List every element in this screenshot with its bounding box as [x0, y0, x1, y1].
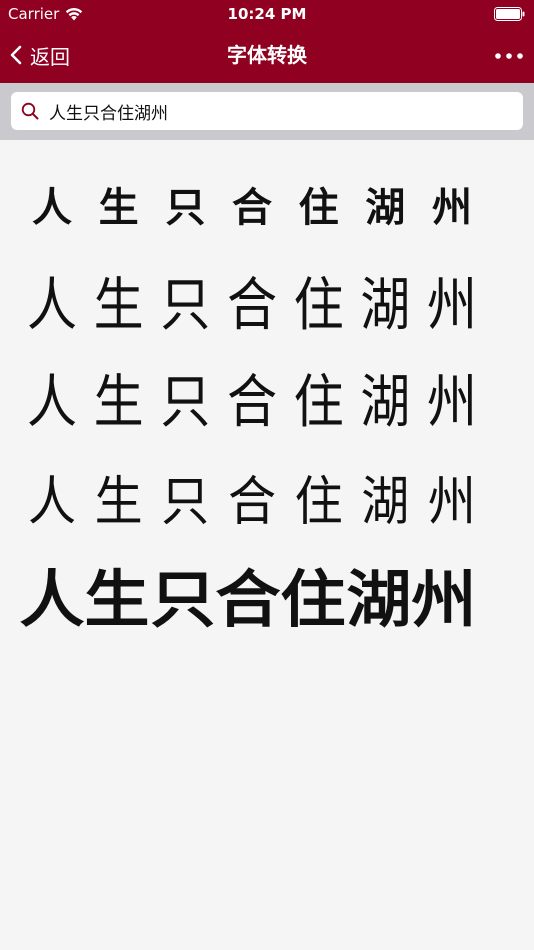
search-icon: [21, 102, 39, 120]
glyph: 合: [215, 563, 281, 636]
glyph: 合: [231, 184, 272, 231]
glyph: 只: [161, 471, 210, 533]
glyph: 只: [160, 271, 211, 339]
glyph: 合: [226, 271, 277, 339]
glyph: 生: [98, 184, 139, 231]
font-row-1[interactable]: 人 生 只 合 住 湖 州: [22, 168, 482, 248]
glyph: 人: [27, 368, 77, 436]
glyph: 湖: [360, 368, 411, 436]
status-time: 10:24 PM: [227, 5, 307, 23]
glyph: 只: [165, 184, 206, 231]
back-button[interactable]: 返回: [10, 40, 70, 70]
glyph: 湖: [361, 471, 410, 533]
glyph: 住: [293, 368, 344, 436]
glyph: 生: [93, 368, 144, 436]
font-row-4[interactable]: 人 生 只 合 住 湖 州: [22, 462, 482, 542]
search-box[interactable]: [11, 92, 523, 130]
battery-icon: [494, 7, 525, 21]
more-button[interactable]: [494, 46, 524, 66]
nav-bar: 返回 字体转换: [0, 28, 534, 83]
search-input[interactable]: [49, 101, 499, 121]
page-title: 字体转换: [227, 43, 307, 67]
glyph: 合: [226, 368, 277, 436]
back-label: 返回: [30, 44, 70, 69]
glyph: 湖: [346, 563, 412, 636]
glyph: 人: [27, 271, 77, 339]
glyph: 生: [93, 271, 144, 339]
glyph: 州: [431, 184, 472, 231]
glyph: 人: [19, 563, 85, 636]
search-area: [0, 83, 534, 140]
font-row-2[interactable]: 人 生 只 合 住 湖 州: [22, 265, 482, 345]
glyph: 人: [27, 471, 76, 533]
header: Carrier 10:24 PM 返回 字体转换: [0, 0, 534, 83]
font-row-3[interactable]: 人 生 只 合 住 湖 州: [22, 362, 482, 442]
more-horizontal-icon: [495, 53, 523, 59]
glyph: 州: [427, 471, 476, 533]
glyph: 州: [426, 271, 477, 339]
font-row-5[interactable]: 人 生 只 合 住 湖 州: [19, 560, 477, 640]
glyph: 生: [94, 471, 143, 533]
glyph: 只: [160, 368, 211, 436]
glyph: 住: [293, 271, 344, 339]
glyph: 人: [32, 184, 72, 231]
glyph: 湖: [365, 184, 406, 231]
glyph: 州: [426, 368, 477, 436]
glyph: 生: [84, 563, 150, 636]
status-bar: Carrier 10:24 PM: [0, 0, 534, 28]
glyph: 住: [294, 471, 343, 533]
glyph: 住: [280, 563, 346, 636]
glyph: 州: [411, 563, 477, 636]
glyph: 只: [150, 563, 216, 636]
glyph: 湖: [360, 271, 411, 339]
glyph: 住: [298, 184, 339, 231]
glyph: 合: [227, 471, 276, 533]
chevron-left-icon: [10, 45, 22, 65]
